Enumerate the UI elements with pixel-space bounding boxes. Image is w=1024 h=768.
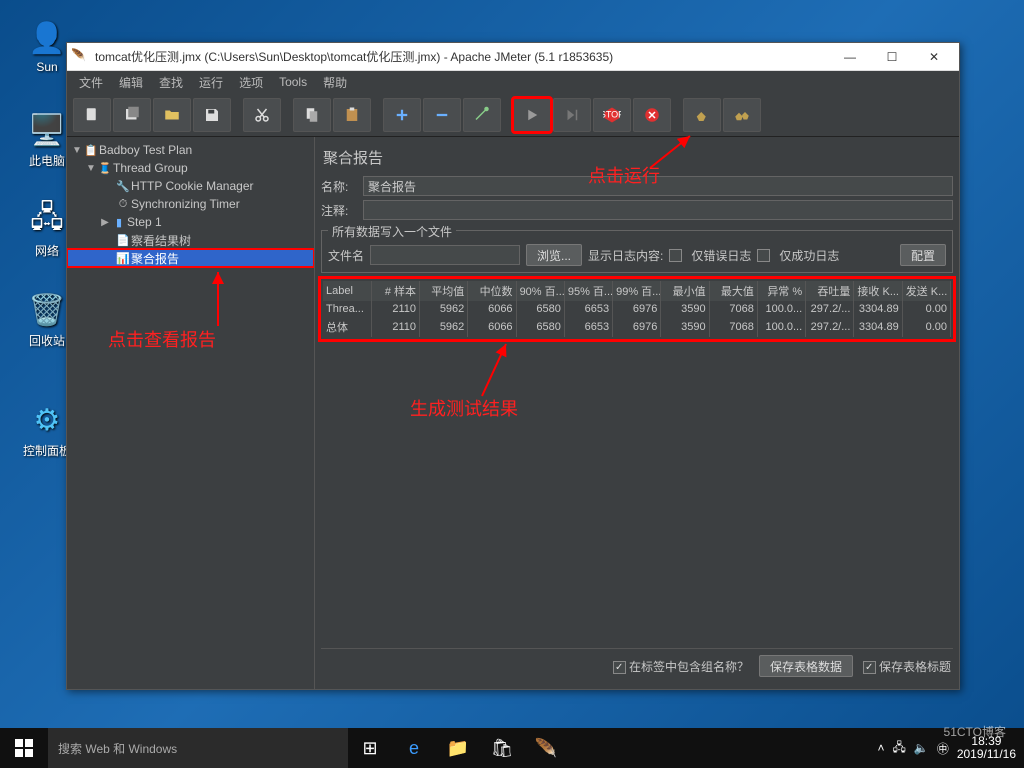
menu-tools[interactable]: Tools — [271, 73, 315, 91]
comment-input[interactable] — [363, 200, 953, 220]
file-label: 文件名 — [328, 247, 364, 264]
col-header[interactable]: 平均值 — [420, 281, 468, 301]
shutdown-button[interactable] — [633, 98, 671, 132]
col-header[interactable]: 发送 K... — [902, 281, 950, 301]
start-no-pause-button[interactable] — [553, 98, 591, 132]
expand-button[interactable] — [383, 98, 421, 132]
titlebar[interactable]: 🪶 tomcat优化压测.jmx (C:\Users\Sun\Desktop\t… — [67, 43, 959, 71]
tray-network-icon[interactable]: 🖧 — [892, 738, 905, 759]
tray-up-icon[interactable]: ˄ — [877, 741, 884, 755]
tray-ime-icon[interactable]: ㊥ — [937, 740, 949, 757]
name-label: 名称: — [321, 178, 363, 195]
tree-root[interactable]: ▼📋Badboy Test Plan — [67, 141, 314, 159]
save-header-checkbox[interactable] — [863, 661, 876, 674]
toolbar: STOP — [67, 93, 959, 137]
jmeter-task-icon[interactable]: 🪶 — [524, 728, 568, 768]
tree-cookie-manager[interactable]: 🔧HTTP Cookie Manager — [67, 177, 314, 195]
menu-file[interactable]: 文件 — [71, 72, 111, 93]
minimize-button[interactable]: — — [829, 45, 871, 69]
menu-help[interactable]: 帮助 — [315, 72, 355, 93]
menu-search[interactable]: 查找 — [151, 72, 191, 93]
test-plan-tree[interactable]: ▼📋Badboy Test Plan ▼🧵Thread Group 🔧HTTP … — [67, 137, 315, 689]
col-header[interactable]: 最小值 — [661, 281, 709, 301]
toggle-button[interactable] — [463, 98, 501, 132]
panel-title: 聚合报告 — [321, 143, 953, 176]
col-header[interactable]: 吞吐量 — [806, 281, 854, 301]
clear-button[interactable] — [683, 98, 721, 132]
clear-all-button[interactable] — [723, 98, 761, 132]
cut-button[interactable] — [243, 98, 281, 132]
include-group-checkbox[interactable] — [613, 661, 626, 674]
new-button[interactable] — [73, 98, 111, 132]
save-table-data-button[interactable]: 保存表格数据 — [759, 655, 853, 677]
store-icon[interactable]: 🛍 — [480, 728, 524, 768]
log-label: 显示日志内容: — [588, 247, 663, 264]
only-success-checkbox[interactable] — [757, 249, 770, 262]
tree-aggregate-report[interactable]: 📊聚合报告 — [67, 249, 314, 267]
only-error-checkbox[interactable] — [669, 249, 682, 262]
start-button[interactable] — [0, 728, 48, 768]
table-row[interactable]: 总体21105962606665806653697635907068100.0.… — [323, 317, 951, 337]
menubar: 文件 编辑 查找 运行 选项 Tools 帮助 — [67, 71, 959, 93]
jmeter-window: 🪶 tomcat优化压测.jmx (C:\Users\Sun\Desktop\t… — [66, 42, 960, 690]
edge-icon[interactable]: e — [392, 728, 436, 768]
stop-button[interactable]: STOP — [593, 98, 631, 132]
col-header[interactable]: 中位数 — [468, 281, 516, 301]
open-button[interactable] — [153, 98, 191, 132]
main-panel: 聚合报告 名称: 注释: 所有数据写入一个文件 文件名 浏览... 显示日志内容… — [315, 137, 959, 689]
col-header[interactable]: 接收 K... — [854, 281, 902, 301]
start-button[interactable] — [513, 98, 551, 132]
tree-step1[interactable]: ▶▮Step 1 — [67, 213, 314, 231]
maximize-button[interactable]: ☐ — [871, 45, 913, 69]
col-header[interactable]: 异常 % — [757, 281, 805, 301]
tray-volume-icon[interactable]: 🔈 — [914, 741, 929, 755]
browse-button[interactable]: 浏览... — [526, 244, 582, 266]
menu-run[interactable]: 运行 — [191, 72, 231, 93]
save-button[interactable] — [193, 98, 231, 132]
task-view-icon[interactable]: ⊞ — [348, 728, 392, 768]
watermark: 51CTO博客 — [944, 723, 1006, 740]
filename-input[interactable] — [370, 245, 520, 265]
file-fieldset: 所有数据写入一个文件 文件名 浏览... 显示日志内容: 仅错误日志 仅成功日志… — [321, 230, 953, 273]
results-table[interactable]: Label# 样本平均值中位数90% 百...95% 百...99% 百...最… — [323, 281, 951, 337]
tree-sync-timer[interactable]: ⏱Synchronizing Timer — [67, 195, 314, 213]
svg-text:STOP: STOP — [603, 109, 621, 119]
panel-footer: 在标签中包含组名称？ 保存表格数据 保存表格标题 — [321, 648, 953, 683]
explorer-icon[interactable]: 📁 — [436, 728, 480, 768]
tree-view-results[interactable]: 📄察看结果树 — [67, 231, 314, 249]
name-input[interactable] — [363, 176, 953, 196]
results-table-wrap: Label# 样本平均值中位数90% 百...95% 百...99% 百...最… — [321, 279, 953, 339]
window-title: tomcat优化压测.jmx (C:\Users\Sun\Desktop\tom… — [95, 48, 829, 65]
taskbar-search[interactable]: 搜索 Web 和 Windows — [48, 728, 348, 768]
col-header[interactable]: 90% 百... — [516, 281, 564, 301]
col-header[interactable]: 99% 百... — [613, 281, 661, 301]
comment-label: 注释: — [321, 202, 363, 219]
menu-edit[interactable]: 编辑 — [111, 72, 151, 93]
col-header[interactable]: 95% 百... — [564, 281, 612, 301]
tree-thread-group[interactable]: ▼🧵Thread Group — [67, 159, 314, 177]
col-header[interactable]: 最大值 — [709, 281, 757, 301]
templates-button[interactable] — [113, 98, 151, 132]
paste-button[interactable] — [333, 98, 371, 132]
configure-button[interactable]: 配置 — [900, 244, 946, 266]
taskbar[interactable]: 搜索 Web 和 Windows ⊞ e 📁 🛍 🪶 ˄ 🖧 🔈 ㊥ 18:39… — [0, 728, 1024, 768]
menu-options[interactable]: 选项 — [231, 72, 271, 93]
col-header[interactable]: # 样本 — [371, 281, 419, 301]
collapse-button[interactable] — [423, 98, 461, 132]
copy-button[interactable] — [293, 98, 331, 132]
col-header[interactable]: Label — [323, 281, 371, 301]
table-row[interactable]: Threa...21105962606665806653697635907068… — [323, 301, 951, 317]
close-button[interactable]: ✕ — [913, 45, 955, 69]
jmeter-icon: 🪶 — [71, 48, 89, 66]
